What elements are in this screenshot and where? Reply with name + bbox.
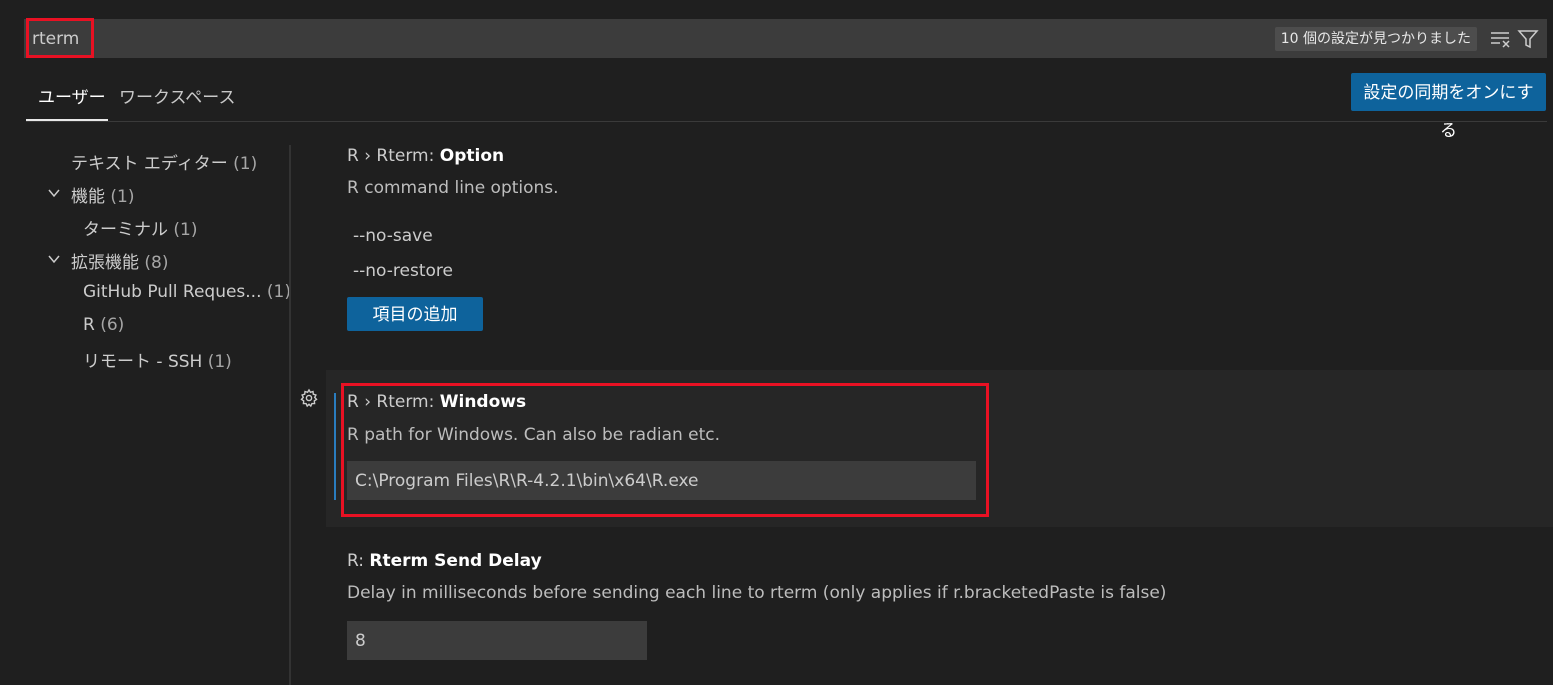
rterm-send-delay-input[interactable] — [347, 621, 647, 660]
gear-icon[interactable] — [299, 388, 319, 408]
search-bar: 10 個の設定が見つかりました — [24, 19, 1547, 58]
setting-category: R: — [347, 551, 370, 571]
setting-title-rterm-send-delay: R: Rterm Send Delay — [347, 551, 542, 571]
toc-item-count: (6) — [100, 315, 125, 335]
toc-item-label: R — [83, 315, 95, 335]
toc-item-count: (8) — [144, 253, 169, 273]
setting-name: Option — [439, 146, 505, 166]
toc-item-remote-ssh[interactable]: リモート - SSH (1) — [83, 347, 232, 372]
toc-item-count: (1) — [207, 352, 232, 372]
toc-item-extensions[interactable]: 拡張機能 (8) — [71, 248, 169, 273]
setting-description: Delay in milliseconds before sending eac… — [347, 583, 1167, 603]
toc-item-terminal[interactable]: ターミナル (1) — [83, 215, 198, 240]
toc-item-features[interactable]: 機能 (1) — [71, 182, 135, 207]
filter-icon[interactable] — [1517, 28, 1539, 50]
list-item[interactable]: --no-save — [353, 226, 433, 246]
toc-item-r[interactable]: R (6) — [83, 315, 124, 335]
toc-item-label: GitHub Pull Reques... — [83, 282, 262, 302]
setting-description: R command line options. — [347, 178, 559, 198]
toc-item-label: 拡張機能 — [71, 253, 139, 273]
chevron-down-icon[interactable] — [47, 252, 61, 266]
toc-item-count: (1) — [266, 282, 291, 302]
clear-filter-icon[interactable] — [1489, 28, 1511, 50]
toc-item-label: テキスト エディター — [71, 154, 228, 174]
result-count-badge: 10 個の設定が見つかりました — [1274, 27, 1477, 51]
toc-item-label: 機能 — [71, 187, 105, 207]
toc-item-label: リモート - SSH — [83, 352, 203, 372]
list-item[interactable]: --no-restore — [353, 261, 453, 281]
setting-name: Rterm Send Delay — [369, 551, 542, 571]
toc-item-github-pull-requests[interactable]: GitHub Pull Reques... (1) — [83, 282, 291, 302]
chevron-down-icon[interactable] — [47, 186, 61, 200]
toc-item-label: ターミナル — [83, 220, 168, 240]
windows-setting-highlight-box — [341, 383, 989, 517]
toc-item-text-editor[interactable]: テキスト エディター (1) — [71, 149, 257, 174]
focus-indicator-bar — [334, 393, 336, 500]
turn-on-settings-sync-button[interactable]: 設定の同期をオンにする — [1351, 73, 1546, 141]
toc-item-count: (1) — [110, 187, 135, 207]
setting-title-rterm-option: R › Rterm: Option — [347, 146, 504, 166]
search-input[interactable] — [32, 19, 1232, 58]
tab-workspace[interactable]: ワークスペース — [119, 84, 235, 120]
toc-item-count: (1) — [233, 154, 258, 174]
add-item-button[interactable]: 項目の追加 — [347, 297, 483, 331]
search-highlight-box — [26, 18, 94, 58]
setting-category: R › Rterm: — [347, 146, 440, 166]
toc-divider — [289, 145, 291, 685]
tabs-divider — [26, 121, 1547, 122]
tab-user[interactable]: ユーザー — [38, 84, 106, 120]
toc-item-count: (1) — [173, 220, 198, 240]
